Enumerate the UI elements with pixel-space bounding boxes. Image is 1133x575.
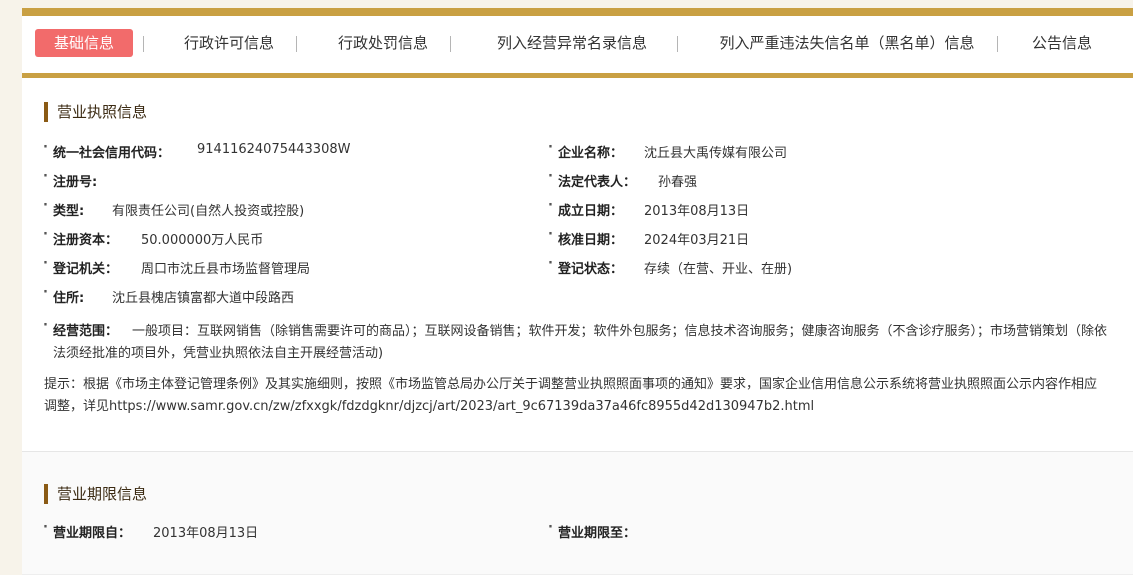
capital-value: 50.000000万人民币 (141, 233, 264, 248)
tab-basic-info[interactable]: 基础信息 (35, 29, 133, 57)
type-label: 类型: (43, 198, 84, 219)
term-section: 营业期限信息 营业期限自： 2013年08月13日 营业期限至： (22, 452, 1133, 574)
approval-date-value: 2024年03月21日 (644, 233, 750, 248)
reg-no-label: 注册号: (43, 169, 97, 190)
notice-text: 提示：根据《市场主体登记管理条例》及其实施细则，按照《市场监管总局办公厅关于调整… (44, 377, 1098, 414)
company-name-value: 沈丘县大禹传媒有限公司 (644, 146, 788, 161)
term-from-value: 2013年08月13日 (153, 526, 259, 541)
business-scope: 经营范围： 一般项目：互联网销售（除销售需要许可的商品）；互联网设备销售；软件开发… (53, 321, 1113, 365)
scope-value: 一般项目：互联网销售（除销售需要许可的商品）；互联网设备销售；软件开发；软件外包… (53, 324, 1108, 361)
license-section: 营业执照信息 统一社会信用代码： 91411624075443308W 企业名称… (22, 78, 1133, 452)
tab-admin-penalty[interactable]: 行政处罚信息 (318, 29, 448, 57)
company-name-label: 企业名称： (548, 140, 623, 161)
term-from-label: 营业期限自： (43, 520, 131, 541)
legal-rep-label: 法定代表人： (548, 169, 636, 190)
tab-separator (143, 36, 144, 52)
term-to-label: 营业期限至： (548, 520, 636, 541)
tab-announcement[interactable]: 公告信息 (1020, 29, 1104, 57)
authority-value: 周口市沈丘县市场监督管理局 (141, 262, 311, 277)
tab-separator (997, 36, 998, 52)
authority-label: 登记机关： (43, 256, 118, 277)
tab-bar: 基础信息 行政许可信息 行政处罚信息 列入经营异常名录信息 列入严重违法失信名单… (22, 16, 1133, 78)
tab-separator (677, 36, 678, 52)
legal-rep-value: 孙春强 (658, 175, 698, 190)
address-label: 住所: (43, 285, 84, 306)
address-value: 沈丘县槐店镇富都大道中段路西 (112, 291, 295, 306)
credit-code-value: 91411624075443308W (197, 142, 351, 157)
est-date-value: 2013年08月13日 (644, 204, 750, 219)
type-value: 有限责任公司(自然人投资或控股) (112, 204, 305, 219)
main-panel: 基础信息 行政许可信息 行政处罚信息 列入经营异常名录信息 列入严重违法失信名单… (22, 8, 1133, 575)
tab-admin-license[interactable]: 行政许可信息 (164, 29, 294, 57)
section-title: 营业执照信息 (44, 102, 147, 122)
tab-separator (296, 36, 297, 52)
credit-code-label: 统一社会信用代码： (43, 140, 170, 161)
tab-abnormal-list[interactable]: 列入经营异常名录信息 (472, 29, 672, 57)
tab-blacklist[interactable]: 列入严重违法失信名单（黑名单）信息 (694, 29, 1000, 57)
status-label: 登记状态： (548, 256, 623, 277)
approval-date-label: 核准日期： (548, 227, 623, 248)
status-value: 存续（在营、开业、在册) (644, 262, 793, 277)
scope-label: 经营范围： (53, 324, 119, 339)
capital-label: 注册资本： (43, 227, 118, 248)
bullet: · (43, 318, 48, 333)
section-title: 营业期限信息 (44, 484, 147, 504)
est-date-label: 成立日期： (548, 198, 623, 219)
tab-separator (450, 36, 451, 52)
